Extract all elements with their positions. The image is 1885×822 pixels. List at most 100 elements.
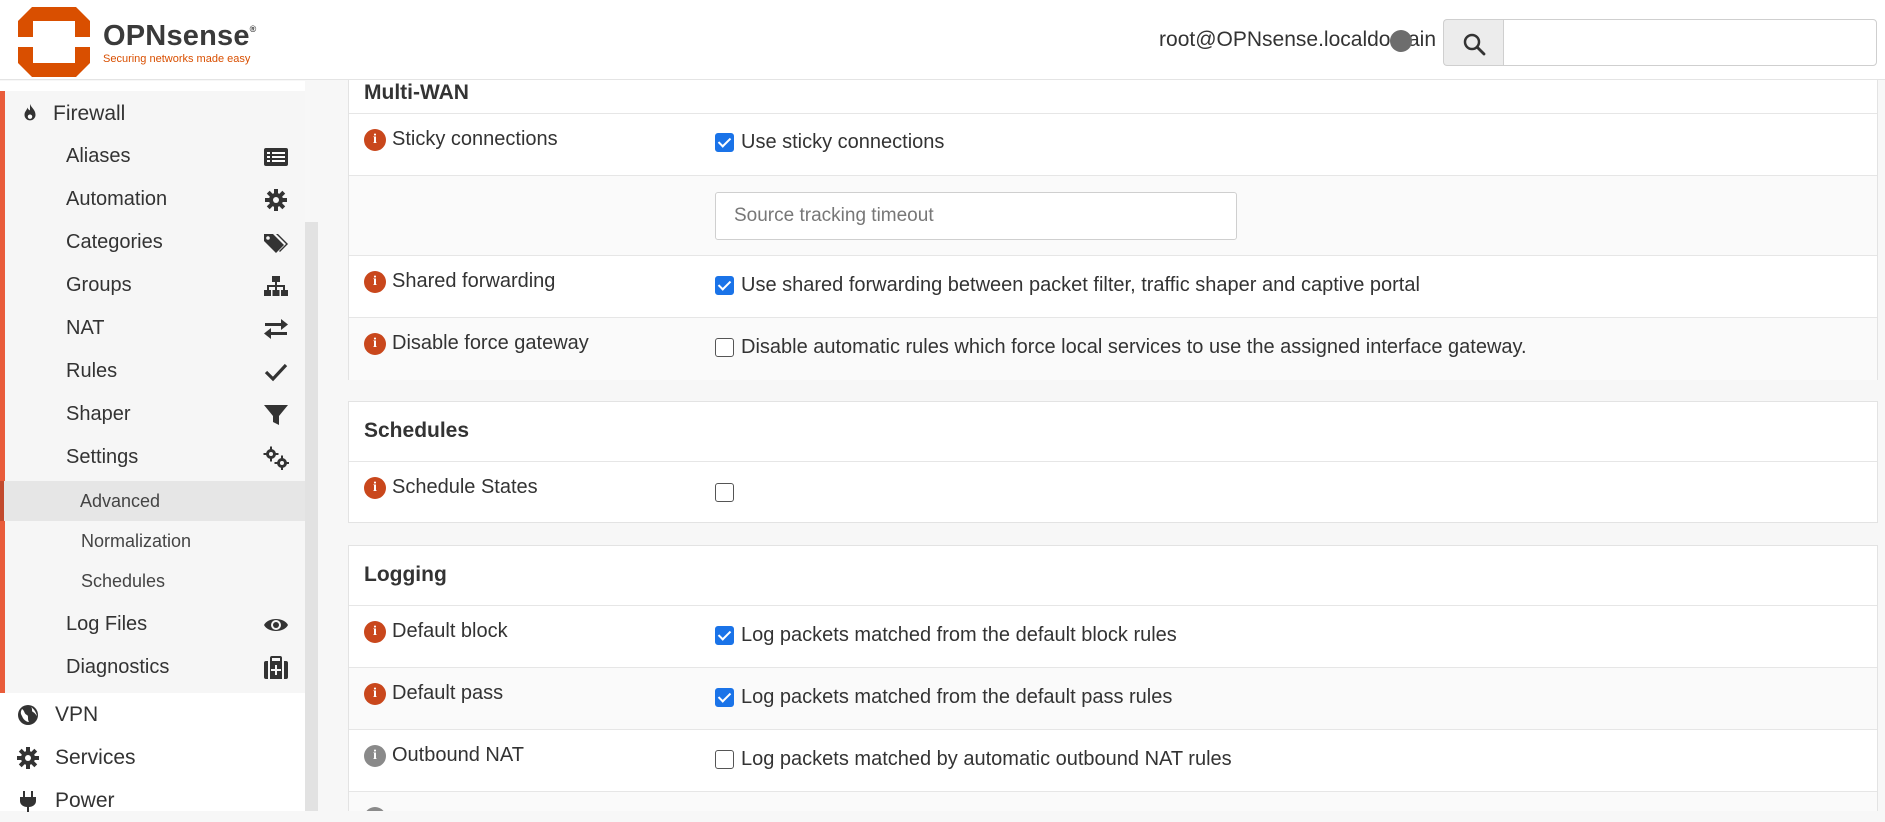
row-source-tracking-timeout — [349, 175, 1877, 255]
sidebar-item-label: NAT — [66, 317, 105, 339]
sidebar: Firewall Aliases Automation Categories G… — [0, 81, 305, 812]
info-icon[interactable]: i — [364, 477, 386, 499]
sidebar-item-label: Settings — [66, 446, 139, 468]
checkbox-label: Log packets matched by automatic outboun… — [741, 748, 1232, 770]
info-icon[interactable]: i — [364, 807, 386, 811]
sidebar-item-services[interactable]: Services — [0, 736, 305, 779]
sidebar-item-label: Schedules — [81, 571, 166, 591]
sidebar-scrollbar[interactable] — [305, 222, 318, 811]
schedule-states-checkbox[interactable] — [715, 483, 734, 502]
checkbox-label: Use sticky connections — [741, 131, 945, 153]
outbound-nat-checkbox[interactable] — [715, 750, 734, 769]
default-block-checkbox[interactable] — [715, 626, 734, 645]
list-icon — [264, 148, 288, 166]
field-label: Sticky connections — [392, 128, 558, 150]
sidebar-item-label: Aliases — [66, 145, 131, 167]
gear-icon — [265, 189, 287, 211]
main-content: Multi-WAN i Sticky connections Use stick… — [318, 80, 1885, 811]
field-label: Default pass — [392, 682, 504, 704]
sidebar-item-shaper[interactable]: Shaper — [5, 393, 305, 436]
check-icon — [264, 363, 288, 382]
field-label: Default block — [392, 620, 508, 642]
default-pass-checkbox[interactable] — [715, 688, 734, 707]
sidebar-item-aliases[interactable]: Aliases — [5, 135, 305, 178]
sidebar-item-label: Groups — [66, 274, 132, 296]
sidebar-item-normalization[interactable]: Normalization — [5, 521, 305, 561]
multiwan-panel: Multi-WAN i Sticky connections Use stick… — [348, 80, 1878, 380]
brand-tagline: Securing networks made easy — [103, 53, 251, 65]
info-icon[interactable]: i — [364, 333, 386, 355]
sidebar-item-label: Advanced — [80, 491, 161, 511]
sidebar-item-groups[interactable]: Groups — [5, 264, 305, 307]
info-icon[interactable]: i — [364, 621, 386, 643]
search-icon — [1463, 33, 1486, 56]
checkbox-label: Log packets matched from the default blo… — [741, 624, 1177, 646]
disable-force-gateway-checkbox[interactable] — [715, 338, 734, 357]
top-header: OPNsense® Securing networks made easy ro… — [0, 0, 1885, 80]
sidebar-item-vpn[interactable]: VPN — [0, 693, 305, 736]
row-outbound-nat: i Outbound NAT Log packets matched by au… — [349, 729, 1877, 791]
sidebar-item-settings[interactable]: Settings — [5, 436, 305, 479]
sidebar-item-diagnostics[interactable]: Diagnostics — [5, 646, 305, 689]
tags-icon — [264, 234, 288, 253]
sitemap-icon — [264, 276, 288, 296]
row-shared-forwarding: i Shared forwarding Use shared forwardin… — [349, 255, 1877, 317]
info-icon[interactable]: i — [364, 129, 386, 151]
schedules-panel: Schedules i Schedule States — [348, 401, 1878, 523]
sidebar-item-label: Power — [55, 789, 115, 812]
brand[interactable]: OPNsense® Securing networks made easy — [103, 20, 257, 65]
sidebar-item-label: Services — [55, 746, 136, 769]
sidebar-item-nat[interactable]: NAT — [5, 307, 305, 350]
section-title-multiwan: Multi-WAN — [364, 81, 469, 104]
sidebar-item-automation[interactable]: Automation — [5, 178, 305, 221]
sidebar-item-rules[interactable]: Rules — [5, 350, 305, 393]
field-label: Outbound NAT — [392, 744, 524, 766]
plug-icon — [20, 791, 36, 812]
opnsense-logo-icon[interactable] — [18, 7, 90, 77]
sidebar-item-label: Log Files — [66, 613, 148, 635]
sidebar-item-label: Diagnostics — [66, 656, 170, 678]
source-tracking-timeout-input[interactable] — [715, 192, 1237, 240]
shared-forwarding-checkbox[interactable] — [715, 276, 734, 295]
sidebar-item-label: Rules — [66, 360, 118, 382]
firewall-section: Firewall Aliases Automation Categories G… — [0, 91, 305, 693]
exchange-icon — [264, 319, 288, 339]
search-button[interactable] — [1443, 19, 1503, 66]
info-icon[interactable]: i — [364, 683, 386, 705]
section-title-schedules: Schedules — [364, 419, 470, 442]
row-schedule-states: i Schedule States — [349, 461, 1877, 523]
info-icon[interactable]: i — [364, 271, 386, 293]
status-indicator-icon[interactable] — [1390, 30, 1412, 52]
sidebar-item-label: Automation — [66, 188, 168, 210]
checkbox-label: Disable automatic rules which force loca… — [741, 336, 1527, 358]
medkit-icon — [264, 656, 288, 679]
info-icon[interactable]: i — [364, 745, 386, 767]
row-default-pass: i Default pass Log packets matched from … — [349, 667, 1877, 729]
sticky-connections-checkbox[interactable] — [715, 133, 734, 152]
eye-icon — [264, 619, 288, 631]
sidebar-item-label: Categories — [66, 231, 163, 253]
sidebar-item-log-files[interactable]: Log Files — [5, 603, 305, 646]
row-sticky-connections: i Sticky connections Use sticky connecti… — [349, 113, 1877, 175]
gear-icon — [17, 747, 39, 769]
field-label: Shared forwarding — [392, 270, 556, 292]
sidebar-item-label: VPN — [55, 703, 99, 726]
checkbox-label: Log packets matched from the default pas… — [741, 686, 1173, 708]
logging-panel: Logging i Default block Log packets matc… — [348, 545, 1878, 811]
sidebar-item-label: Shaper — [66, 403, 131, 425]
sidebar-item-advanced[interactable]: Advanced — [0, 481, 305, 521]
flame-icon — [24, 103, 36, 121]
sidebar-item-label: Firewall — [53, 102, 126, 125]
brand-name: OPNsense® — [103, 20, 257, 52]
sidebar-item-categories[interactable]: Categories — [5, 221, 305, 264]
checkbox-label: Use shared forwarding between packet fil… — [741, 274, 1420, 296]
sidebar-item-power[interactable]: Power — [0, 779, 305, 822]
sidebar-item-firewall[interactable]: Firewall — [5, 91, 305, 135]
row-partial: i — [349, 791, 1877, 811]
globe-icon — [18, 705, 38, 725]
search-input[interactable] — [1503, 19, 1877, 66]
row-default-block: i Default block Log packets matched from… — [349, 605, 1877, 667]
row-disable-force-gateway: i Disable force gateway Disable automati… — [349, 317, 1877, 380]
sidebar-item-schedules[interactable]: Schedules — [5, 561, 305, 601]
section-title-logging: Logging — [364, 563, 447, 586]
